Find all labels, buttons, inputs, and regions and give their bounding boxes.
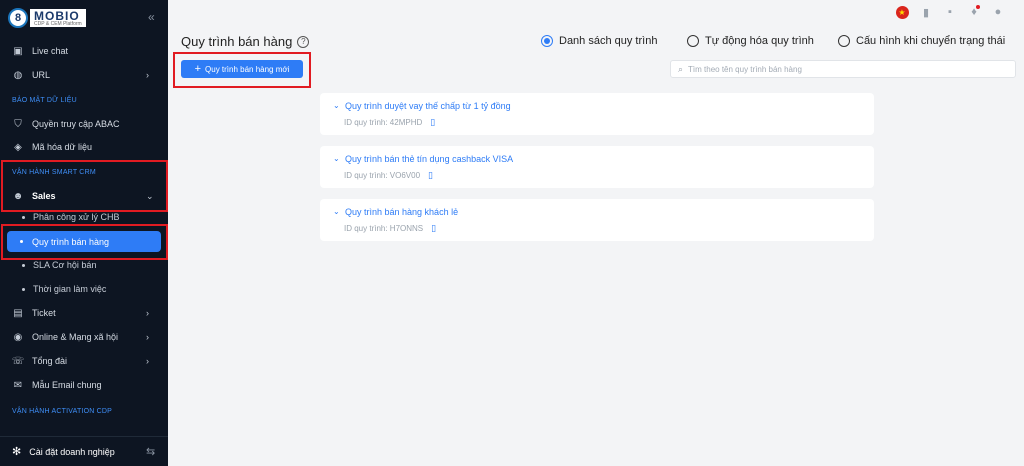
radio-unselected-icon	[687, 35, 699, 47]
sidebar-item-abac[interactable]: ⛉ Quyền truy cập ABAC	[0, 113, 168, 135]
process-id: ID quy trình: 42MPHD	[344, 118, 423, 127]
copy-icon[interactable]: ▯	[430, 117, 435, 128]
sidebar-item-switchboard[interactable]: ☏ Tổng đài ›	[0, 350, 168, 372]
new-sales-process-button[interactable]: + Quy trình bán hàng mới	[181, 60, 303, 78]
radio-status-config[interactable]: Cấu hình khi chuyển trạng thái	[838, 35, 1005, 47]
sidebar-item-url[interactable]: ◍ URL ›	[0, 64, 168, 86]
swap-icon[interactable]: ⇆	[146, 445, 155, 458]
ticket-icon: ▤	[13, 307, 23, 319]
sidebar-item-online-social[interactable]: ◉ Online & Mạng xã hội ›	[0, 326, 168, 348]
copy-icon[interactable]: ▯	[431, 223, 436, 234]
top-bar: ★ ▮ ▪ ♦ ●	[890, 2, 1010, 22]
section-activation-cdp: VẬN HÀNH ACTIVATION CDP	[12, 408, 113, 415]
process-id: ID quy trình: VO6V00	[344, 171, 421, 180]
view-radio-group: Danh sách quy trình Tự động hóa quy trìn…	[0, 35, 1024, 51]
search-input[interactable]	[688, 64, 989, 74]
search-icon: ⌕	[678, 63, 684, 74]
radio-process-list[interactable]: Danh sách quy trình	[541, 35, 657, 47]
sidebar-item-ticket[interactable]: ▤ Ticket ›	[0, 302, 168, 324]
radio-unselected-icon	[838, 35, 850, 47]
logo-tagline: CDP & CEM Platform	[34, 20, 82, 27]
chevron-right-icon: ›	[146, 356, 149, 366]
guide-book-icon[interactable]: ▮	[916, 2, 936, 22]
sidebar-subitem-working-time[interactable]: Thời gian làm việc	[0, 278, 168, 300]
process-name[interactable]: Quy trình bán thẻ tín dụng cashback VISA	[345, 154, 513, 164]
chevron-down-icon[interactable]: ⌄	[333, 101, 340, 110]
radio-process-automation[interactable]: Tự động hóa quy trình	[687, 35, 814, 47]
process-card[interactable]: ⌄ Quy trình bán thẻ tín dụng cashback VI…	[320, 146, 874, 188]
language-flag-icon[interactable]: ★	[892, 2, 912, 22]
chevron-right-icon: ›	[146, 70, 149, 80]
process-card[interactable]: ⌄ Quy trình duyệt vay thế chấp từ 1 tỷ đ…	[320, 93, 874, 135]
logo-text: MOBIO	[34, 8, 80, 23]
help-icon[interactable]: ▪	[940, 2, 960, 22]
email-icon: ✉	[13, 379, 23, 391]
sidebar-footer-enterprise-settings[interactable]: ✻ Cài đặt doanh nghiệp ⇆	[0, 436, 168, 466]
search-box: ⌕	[670, 60, 1016, 78]
process-id: ID quy trình: H7ONNS	[344, 224, 424, 233]
chevron-down-icon[interactable]: ⌄	[333, 207, 340, 216]
sidebar-item-email-template[interactable]: ✉ Mẫu Email chung	[0, 374, 168, 396]
chevron-down-icon[interactable]: ⌄	[333, 154, 340, 163]
chevron-right-icon: ›	[146, 332, 149, 342]
highlight-box-sales	[1, 160, 168, 212]
layers-icon: ◈	[14, 141, 22, 153]
section-data-security: BẢO MẬT DỮ LIỆU	[12, 97, 77, 104]
chevron-right-icon: ›	[146, 308, 149, 318]
collapse-sidebar-icon[interactable]: «	[148, 10, 155, 24]
globe-icon: ◍	[13, 69, 23, 81]
sidebar-item-encryption[interactable]: ◈ Mã hóa dữ liệu	[0, 136, 168, 158]
process-name[interactable]: Quy trình duyệt vay thế chấp từ 1 tỷ đồn…	[345, 101, 511, 111]
notification-bell-icon[interactable]: ♦	[964, 2, 984, 22]
shield-icon: ⛉	[14, 118, 22, 130]
plus-icon: +	[194, 63, 202, 75]
process-card[interactable]: ⌄ Quy trình bán hàng khách lẻ ID quy trì…	[320, 199, 874, 241]
logo-badge: 8	[8, 8, 28, 28]
radio-selected-icon	[541, 35, 553, 47]
gear-icon: ✻	[12, 446, 22, 458]
highlight-box-sales-process	[1, 224, 168, 260]
user-avatar-icon[interactable]: ●	[988, 2, 1008, 22]
phone-icon: ☏	[11, 355, 25, 367]
process-name[interactable]: Quy trình bán hàng khách lẻ	[345, 207, 458, 217]
mobio-logo[interactable]: 8 MOBIO CDP & CEM Platform	[8, 7, 118, 29]
social-icon: ◉	[13, 331, 23, 343]
copy-icon[interactable]: ▯	[428, 170, 433, 181]
